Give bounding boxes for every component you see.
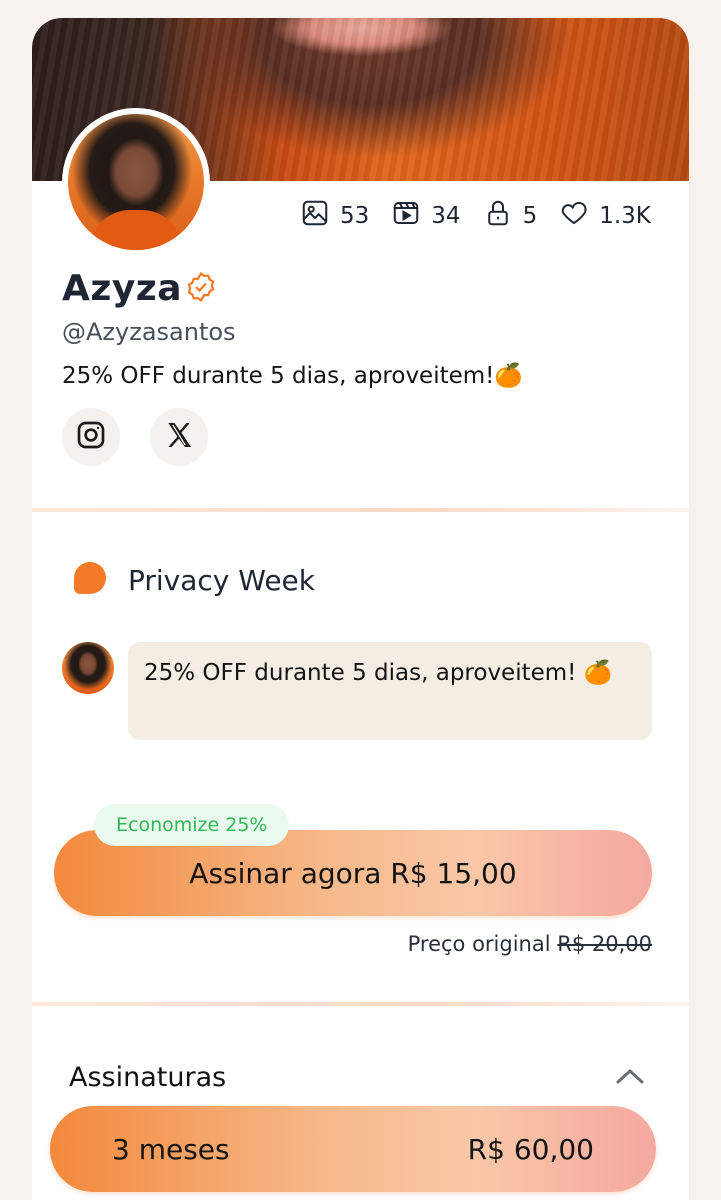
section-divider [32, 1002, 689, 1006]
x-icon [163, 419, 195, 455]
instagram-icon [75, 419, 107, 455]
profile-handle: @Azyzasantos [62, 318, 236, 346]
social-links [62, 408, 208, 466]
stat-videos[interactable]: 34 [391, 198, 461, 234]
avatar-image [68, 114, 204, 250]
plan-button-3-months[interactable]: 3 meses R$ 60,00 [50, 1106, 656, 1192]
message-avatar [62, 642, 114, 694]
verified-badge-icon [184, 270, 218, 308]
videos-count: 34 [431, 203, 461, 229]
lock-icon [483, 198, 513, 234]
chevron-up-icon[interactable] [614, 1064, 646, 1088]
x-button[interactable] [150, 408, 208, 466]
discount-badge: Economize 25% [94, 804, 290, 846]
original-price-label: Preço original [407, 932, 551, 956]
name-row: Azyza [62, 268, 218, 309]
profile-bio: 25% OFF durante 5 dias, aproveitem!🍊 [62, 363, 524, 389]
video-icon [391, 198, 421, 234]
stat-likes[interactable]: 1.3K [559, 198, 651, 234]
stat-locked[interactable]: 5 [483, 198, 538, 234]
original-price: Preço original R$ 20,00 [408, 932, 652, 956]
plan-price: R$ 60,00 [467, 1132, 594, 1166]
plan-duration: 3 meses [112, 1132, 230, 1166]
campaign-header: Privacy Week [70, 558, 315, 602]
photos-count: 53 [340, 203, 370, 229]
likes-count: 1.3K [599, 203, 651, 229]
section-divider [32, 508, 689, 512]
original-price-value: R$ 20,00 [557, 932, 652, 956]
campaign-title: Privacy Week [128, 563, 315, 597]
instagram-button[interactable] [62, 408, 120, 466]
profile-stats: 53 34 5 1.3K [300, 198, 651, 234]
profile-card: 53 34 5 1.3K Azyza @Azyzasantos 25% OFF … [32, 18, 689, 1200]
image-icon [300, 198, 330, 234]
profile-name: Azyza [62, 268, 183, 309]
chat-bubble-icon [70, 558, 108, 602]
stat-photos[interactable]: 53 [300, 198, 369, 234]
subscriptions-title: Assinaturas [69, 1062, 227, 1093]
heart-icon [559, 198, 589, 234]
campaign-message: 25% OFF durante 5 dias, aproveitem! 🍊 [128, 642, 652, 740]
profile-avatar[interactable] [62, 108, 210, 256]
locked-count: 5 [522, 203, 538, 229]
